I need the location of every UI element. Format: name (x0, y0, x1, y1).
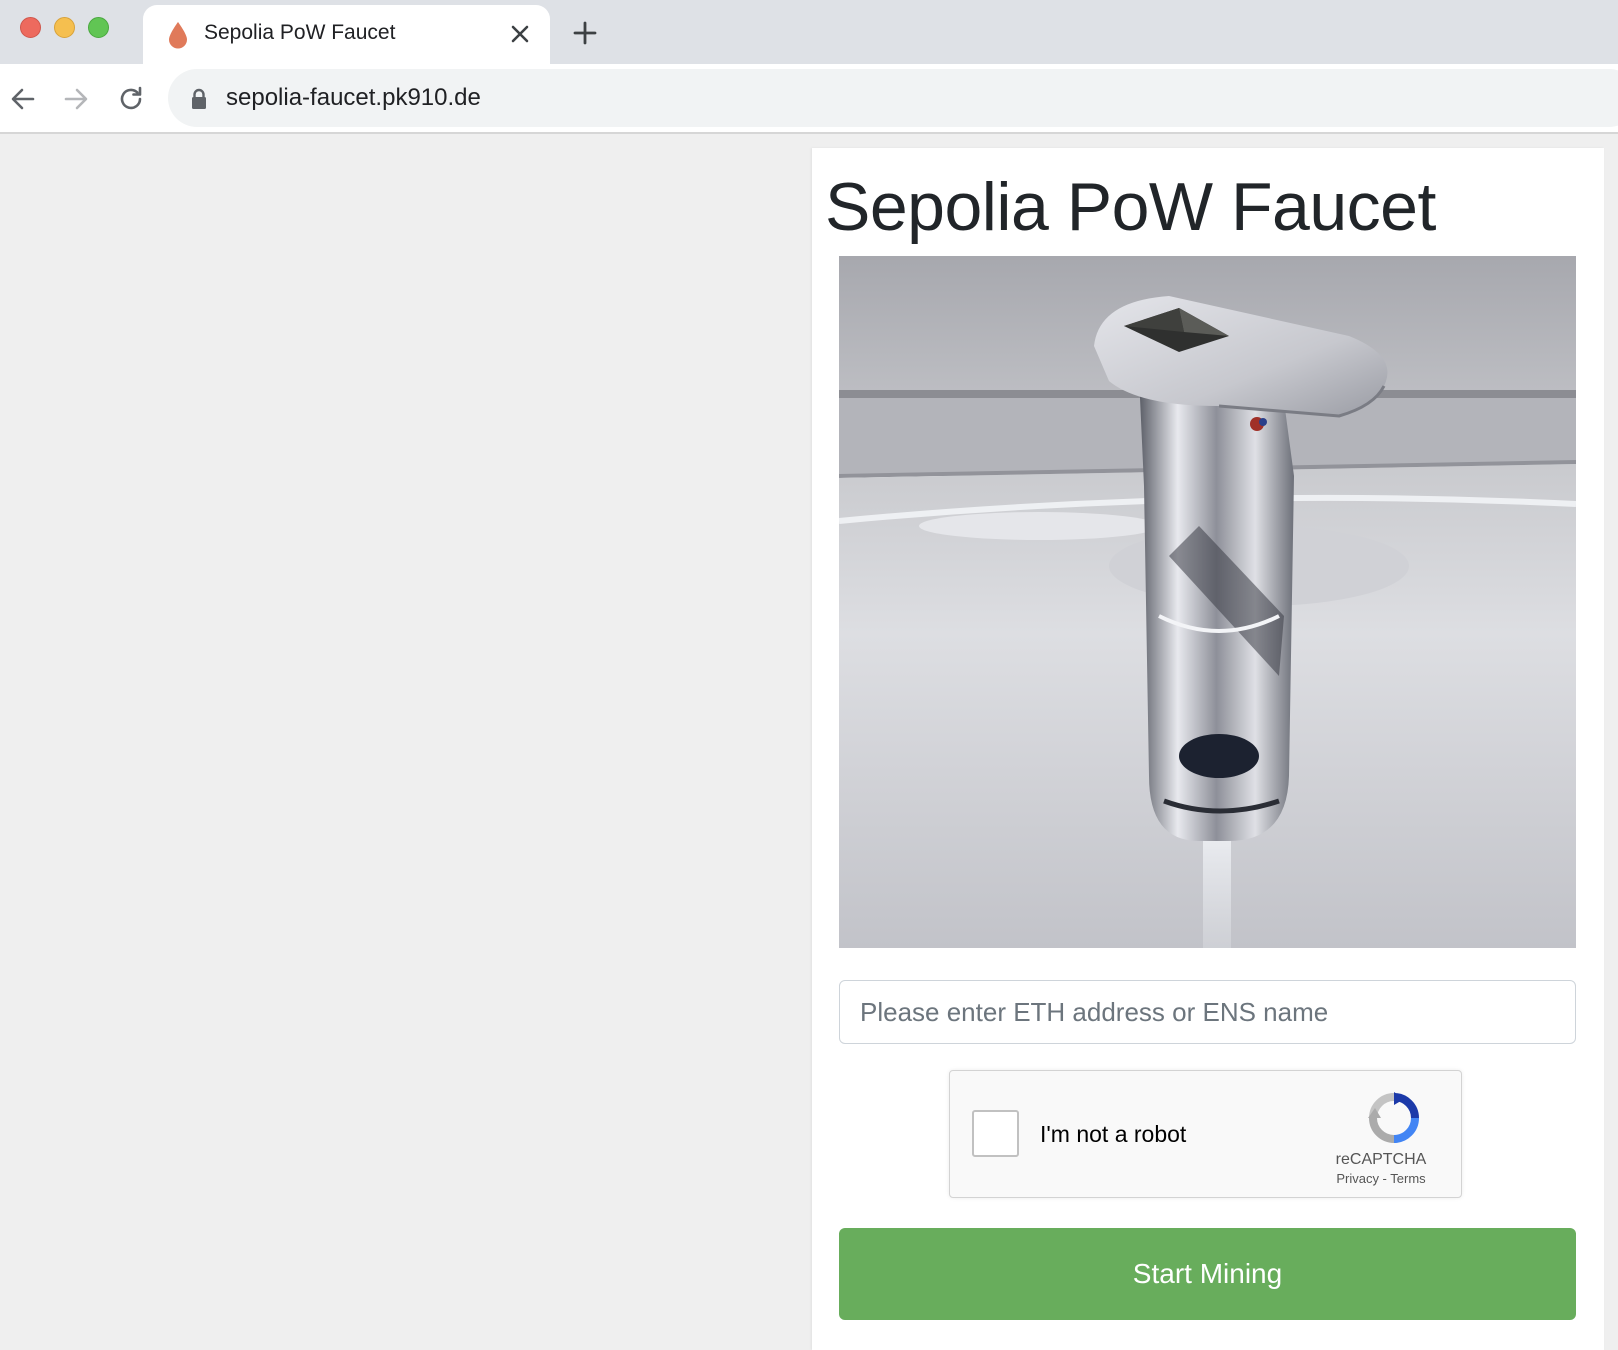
recaptcha-brand: reCAPTCHA (1335, 1151, 1427, 1168)
lock-icon[interactable] (190, 88, 208, 110)
url-text[interactable]: sepolia-faucet.pk910.de (226, 84, 481, 112)
faucet-image (839, 256, 1576, 948)
reload-icon[interactable] (116, 84, 146, 114)
browser-toolbar: sepolia-faucet.pk910.de (0, 64, 1618, 134)
window-minimize-button[interactable] (54, 17, 75, 38)
recaptcha-logo-icon (1368, 1092, 1419, 1143)
recaptcha-privacy-terms-links[interactable]: Privacy - Terms (1318, 1171, 1444, 1186)
close-icon[interactable] (507, 21, 533, 47)
plus-icon[interactable] (571, 19, 599, 47)
address-bar[interactable]: sepolia-faucet.pk910.de (168, 69, 1618, 127)
tab-title: Sepolia PoW Faucet (204, 21, 396, 44)
eth-address-input[interactable] (839, 980, 1576, 1044)
arrow-right-icon[interactable] (61, 84, 91, 114)
droplet-icon (169, 22, 187, 49)
browser-tabstrip: Sepolia PoW Faucet (0, 0, 1618, 64)
window-zoom-button[interactable] (88, 17, 109, 38)
recaptcha-label: I'm not a robot (1040, 1121, 1187, 1147)
faucet-card: Sepolia PoW Faucet Please enter ETH addr… (812, 148, 1604, 1350)
arrow-left-icon[interactable] (8, 84, 38, 114)
recaptcha-checkbox[interactable] (972, 1110, 1019, 1157)
start-mining-button[interactable]: Start Mining (839, 1228, 1576, 1320)
recaptcha-widget: I'm not a robot reCAPTCHA Privacy - Term… (949, 1070, 1462, 1198)
window-close-button[interactable] (20, 17, 41, 38)
page-title: Sepolia PoW Faucet (825, 169, 1436, 245)
browser-tab-active[interactable]: Sepolia PoW Faucet (143, 5, 550, 64)
